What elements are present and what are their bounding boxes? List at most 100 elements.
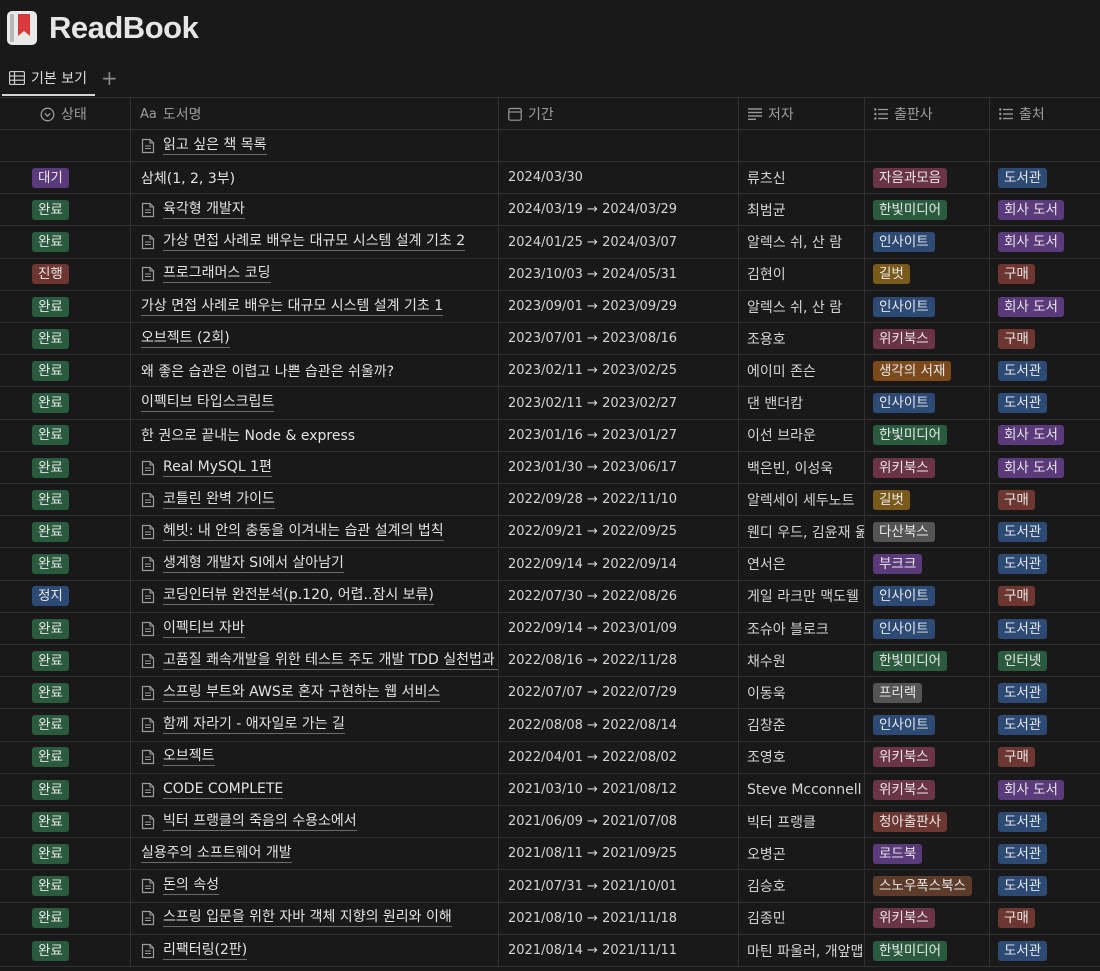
period-cell[interactable]: 2023/02/11 → 2023/02/25 [498, 355, 738, 387]
source-cell[interactable]: 도서관 [989, 709, 1100, 741]
title-cell[interactable]: 가상 면접 사례로 배우는 대규모 시스템 설계 기초 2 [130, 226, 498, 258]
book-title[interactable]: 함께 자라기 - 애자일로 가는 길 [163, 716, 345, 735]
period-cell[interactable]: 2022/07/07 → 2022/07/29 [498, 677, 738, 709]
author-cell[interactable]: 채수원 [738, 645, 864, 677]
status-cell[interactable]: 완료 [0, 774, 130, 805]
author-cell[interactable]: 류츠신 [738, 162, 864, 194]
title-cell[interactable]: 삼체(1, 2, 3부) [130, 162, 498, 194]
author-cell[interactable]: 게일 라크만 맥도웰 [738, 580, 864, 612]
author-cell[interactable]: 김현이 [738, 258, 864, 290]
period-cell[interactable]: 2021/06/09 → 2021/07/08 [498, 806, 738, 838]
book-title[interactable]: 오브젝트 (2회) [141, 330, 230, 348]
table-row[interactable]: 완료 오브젝트 2022/04/01 → 2022/08/02 조영호 위키북스 구매 [0, 741, 1100, 774]
table-row[interactable]: 완료 스프링 부트와 AWS로 혼자 구현하는 웹 서비스 2022/07/07 →… [0, 677, 1100, 710]
source-cell[interactable]: 회사 도서 [989, 226, 1100, 258]
author-cell[interactable]: 빅터 프랭클 [738, 806, 864, 838]
publisher-cell[interactable]: 위키북스 [864, 774, 989, 805]
status-cell[interactable]: 완료 [0, 710, 130, 741]
source-cell[interactable]: 도서관 [989, 355, 1100, 387]
book-title[interactable]: 가상 면접 사례로 배우는 대규모 시스템 설계 기초 2 [163, 233, 466, 252]
period-cell[interactable]: 2023/02/11 → 2023/02/27 [498, 387, 738, 419]
table-row[interactable]: 완료 스프링 입문을 위한 자바 객체 지향의 원리와 이해 2021/08/10 … [0, 902, 1100, 935]
author-cell[interactable]: 연서은 [738, 548, 864, 580]
period-cell[interactable]: 2022/04/01 → 2022/08/02 [498, 741, 738, 773]
title-cell[interactable]: 빅터 프랭클의 죽음의 수용소에서 [130, 806, 498, 838]
title-cell[interactable]: 리팩터링(2판) [130, 935, 498, 966]
publisher-cell[interactable]: 한빛미디어 [864, 935, 989, 966]
title-cell[interactable]: 실용주의 소프트웨어 개발 [130, 838, 498, 870]
status-cell[interactable]: 대기 [0, 162, 130, 193]
table-row[interactable]: 완료 CODE COMPLETE 2021/03/10 → 2021/08/12 St… [0, 774, 1100, 806]
period-cell[interactable]: 2022/09/14 → 2022/09/14 [498, 548, 738, 580]
publisher-cell[interactable]: 길벗 [864, 484, 989, 516]
title-cell[interactable]: 코딩인터뷰 완전분석(p.120, 어렵..잠시 보류) [130, 580, 498, 612]
period-cell[interactable]: 2024/01/25 → 2024/03/07 [498, 226, 738, 258]
author-cell[interactable]: 에이미 존슨 [738, 355, 864, 387]
title-cell[interactable]: CODE COMPLETE [130, 774, 498, 805]
author-cell[interactable] [738, 130, 864, 161]
period-cell[interactable]: 2022/07/30 → 2022/08/26 [498, 580, 738, 612]
status-cell[interactable] [0, 130, 130, 161]
book-title[interactable]: 헤빗: 내 안의 충동을 이겨내는 습관 설계의 법칙 [163, 523, 444, 541]
source-cell[interactable]: 회사 도서 [989, 194, 1100, 226]
table-row[interactable]: 완료 Real MySQL 1편 2023/01/30 → 2023/06/17 백은… [0, 452, 1100, 484]
title-cell[interactable]: 스프링 부트와 AWS로 혼자 구현하는 웹 서비스 [130, 677, 498, 709]
status-cell[interactable]: 완료 [0, 935, 130, 966]
period-cell[interactable]: 2021/08/11 → 2021/09/25 [498, 838, 738, 870]
publisher-cell[interactable]: 자음과모음 [864, 162, 989, 194]
source-cell[interactable]: 도서관 [989, 516, 1100, 548]
publisher-cell[interactable]: 인사이트 [864, 226, 989, 258]
title-cell[interactable]: 프로그래머스 코딩 [130, 258, 498, 290]
title-cell[interactable]: 생계형 개발자 SI에서 살아남기 [130, 548, 498, 580]
table-row[interactable]: 완료 빅터 프랭클의 죽음의 수용소에서 2021/06/09 → 2021/07/… [0, 806, 1100, 839]
title-cell[interactable]: 헤빗: 내 안의 충동을 이겨내는 습관 설계의 법칙 [130, 516, 498, 548]
period-cell[interactable]: 2021/08/10 → 2021/11/18 [498, 902, 738, 934]
publisher-cell[interactable] [864, 130, 989, 161]
author-cell[interactable]: 김창준 [738, 709, 864, 741]
column-header-publisher[interactable]: 출판사 [864, 98, 989, 130]
author-cell[interactable]: 김종민 [738, 902, 864, 934]
source-cell[interactable]: 구매 [989, 580, 1100, 612]
book-title[interactable]: 생계형 개발자 SI에서 살아남기 [163, 555, 344, 574]
table-row[interactable]: 진행 프로그래머스 코딩 2023/10/03 → 2024/05/31 김현이 길벗 구… [0, 258, 1100, 291]
book-title[interactable]: 가상 면접 사례로 배우는 대규모 시스템 설계 기초 1 [141, 298, 444, 316]
author-cell[interactable]: Steve Mcconnell [738, 774, 864, 805]
publisher-cell[interactable]: 프리렉 [864, 677, 989, 709]
source-cell[interactable]: 구매 [989, 258, 1100, 290]
book-title[interactable]: 빅터 프랭클의 죽음의 수용소에서 [163, 813, 357, 831]
period-cell[interactable]: 2023/01/16 → 2023/01/27 [498, 419, 738, 451]
title-cell[interactable]: 이펙티브 타입스크립트 [130, 387, 498, 419]
title-cell[interactable]: 함께 자라기 - 애자일로 가는 길 [130, 709, 498, 741]
title-cell[interactable]: 고품질 쾌속개발을 위한 테스트 주도 개발 TDD 실천법과 도구 [130, 645, 498, 677]
book-title[interactable]: 오브젝트 [163, 748, 215, 767]
source-cell[interactable]: 회사 도서 [989, 774, 1100, 805]
title-cell[interactable]: 가상 면접 사례로 배우는 대규모 시스템 설계 기초 1 [130, 291, 498, 322]
table-row[interactable]: 완료 고품질 쾌속개발을 위한 테스트 주도 개발 TDD 실천법과 도구 2022… [0, 645, 1100, 678]
source-cell[interactable]: 인터넷 [989, 645, 1100, 677]
publisher-cell[interactable]: 인사이트 [864, 291, 989, 322]
book-title[interactable]: 고품질 쾌속개발을 위한 테스트 주도 개발 TDD 실천법과 도구 [163, 652, 498, 670]
source-cell[interactable]: 회사 도서 [989, 452, 1100, 483]
period-cell[interactable]: 2023/09/01 → 2023/09/29 [498, 291, 738, 322]
period-cell[interactable]: 2023/01/30 → 2023/06/17 [498, 452, 738, 483]
publisher-cell[interactable]: 인사이트 [864, 387, 989, 419]
status-cell[interactable]: 진행 [0, 259, 130, 290]
source-cell[interactable]: 도서관 [989, 162, 1100, 194]
publisher-cell[interactable]: 부크크 [864, 548, 989, 580]
period-cell[interactable]: 2023/10/03 → 2024/05/31 [498, 258, 738, 290]
author-cell[interactable]: 조영호 [738, 741, 864, 773]
column-header-title[interactable]: Aa 도서명 [130, 98, 498, 130]
source-cell[interactable]: 도서관 [989, 806, 1100, 838]
table-row[interactable]: 대기 삼체(1, 2, 3부) 2024/03/30 류츠신 자음과모음 도서관 [0, 162, 1100, 195]
author-cell[interactable]: 최범균 [738, 194, 864, 226]
status-cell[interactable]: 완료 [0, 677, 130, 708]
table-row[interactable]: 완료 오브젝트 (2회) 2023/07/01 → 2023/08/16 조용호 위키북… [0, 323, 1100, 356]
publisher-cell[interactable]: 로드북 [864, 838, 989, 870]
publisher-cell[interactable]: 위키북스 [864, 452, 989, 483]
source-cell[interactable]: 구매 [989, 741, 1100, 773]
source-cell[interactable]: 구매 [989, 484, 1100, 516]
period-cell[interactable]: 2021/03/10 → 2021/08/12 [498, 774, 738, 805]
publisher-cell[interactable]: 한빛미디어 [864, 194, 989, 226]
table-row[interactable]: 완료 함께 자라기 - 애자일로 가는 길 2022/08/08 → 2022/08… [0, 709, 1100, 742]
source-cell[interactable]: 도서관 [989, 935, 1100, 966]
